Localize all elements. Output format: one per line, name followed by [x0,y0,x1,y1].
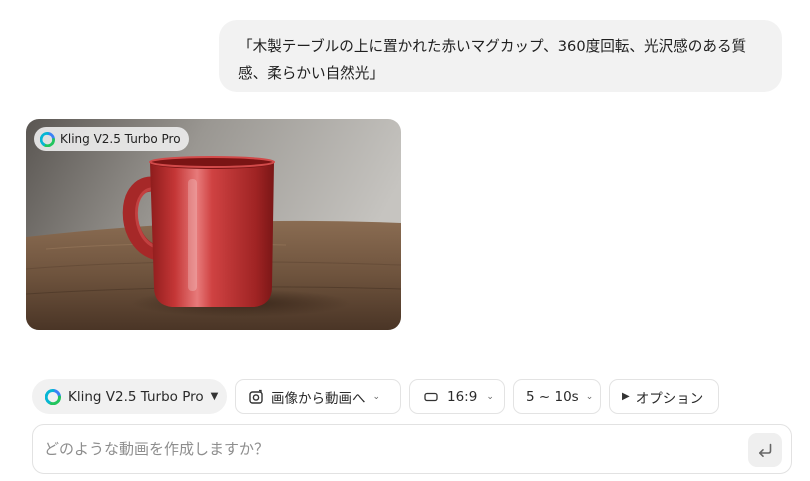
user-message-bubble: 「木製テーブルの上に置かれた赤いマグカップ、360度回転、光沢感のある質感、柔ら… [219,20,782,92]
image-to-video-icon [249,389,263,404]
options-button[interactable]: ▶ オプション [609,379,719,414]
user-message-text: 「木製テーブルの上に置かれた赤いマグカップ、360度回転、光沢感のある質感、柔ら… [238,38,747,82]
model-selector-label: Kling V2.5 Turbo Pro [68,388,204,405]
play-triangle-icon: ▶ [622,391,630,402]
prompt-input[interactable] [44,425,734,473]
model-selector-button[interactable]: Kling V2.5 Turbo Pro ▼ [32,379,227,414]
caret-down-icon: ▼ [210,391,219,402]
send-button[interactable] [748,433,782,467]
chevron-down-icon: ⌄ [486,391,494,402]
model-tag: Kling V2.5 Turbo Pro [34,127,189,151]
chevron-down-icon: ⌄ [372,391,381,402]
enter-return-icon [759,443,772,457]
aspect-ratio-selector[interactable]: 16:9 ⌄ [409,379,505,414]
generated-video-card[interactable]: Kling V2.5 Turbo Pro [26,119,401,330]
duration-label: 5 ~ 10s [526,388,579,405]
aspect-ratio-label: 16:9 [447,388,478,405]
chevron-down-icon: ⌄ [585,391,594,402]
duration-selector[interactable]: 5 ~ 10s ⌄ [513,379,601,414]
kling-logo-icon [45,388,61,405]
options-label: オプション [635,390,704,407]
model-tag-label: Kling V2.5 Turbo Pro [60,132,181,146]
prompt-composer [32,424,792,474]
mode-selector-button[interactable]: 画像から動画へ ⌄ [235,379,401,414]
kling-logo-icon [40,131,55,147]
aspect-ratio-icon [424,392,438,401]
mode-selector-label: 画像から動画へ [271,390,366,407]
